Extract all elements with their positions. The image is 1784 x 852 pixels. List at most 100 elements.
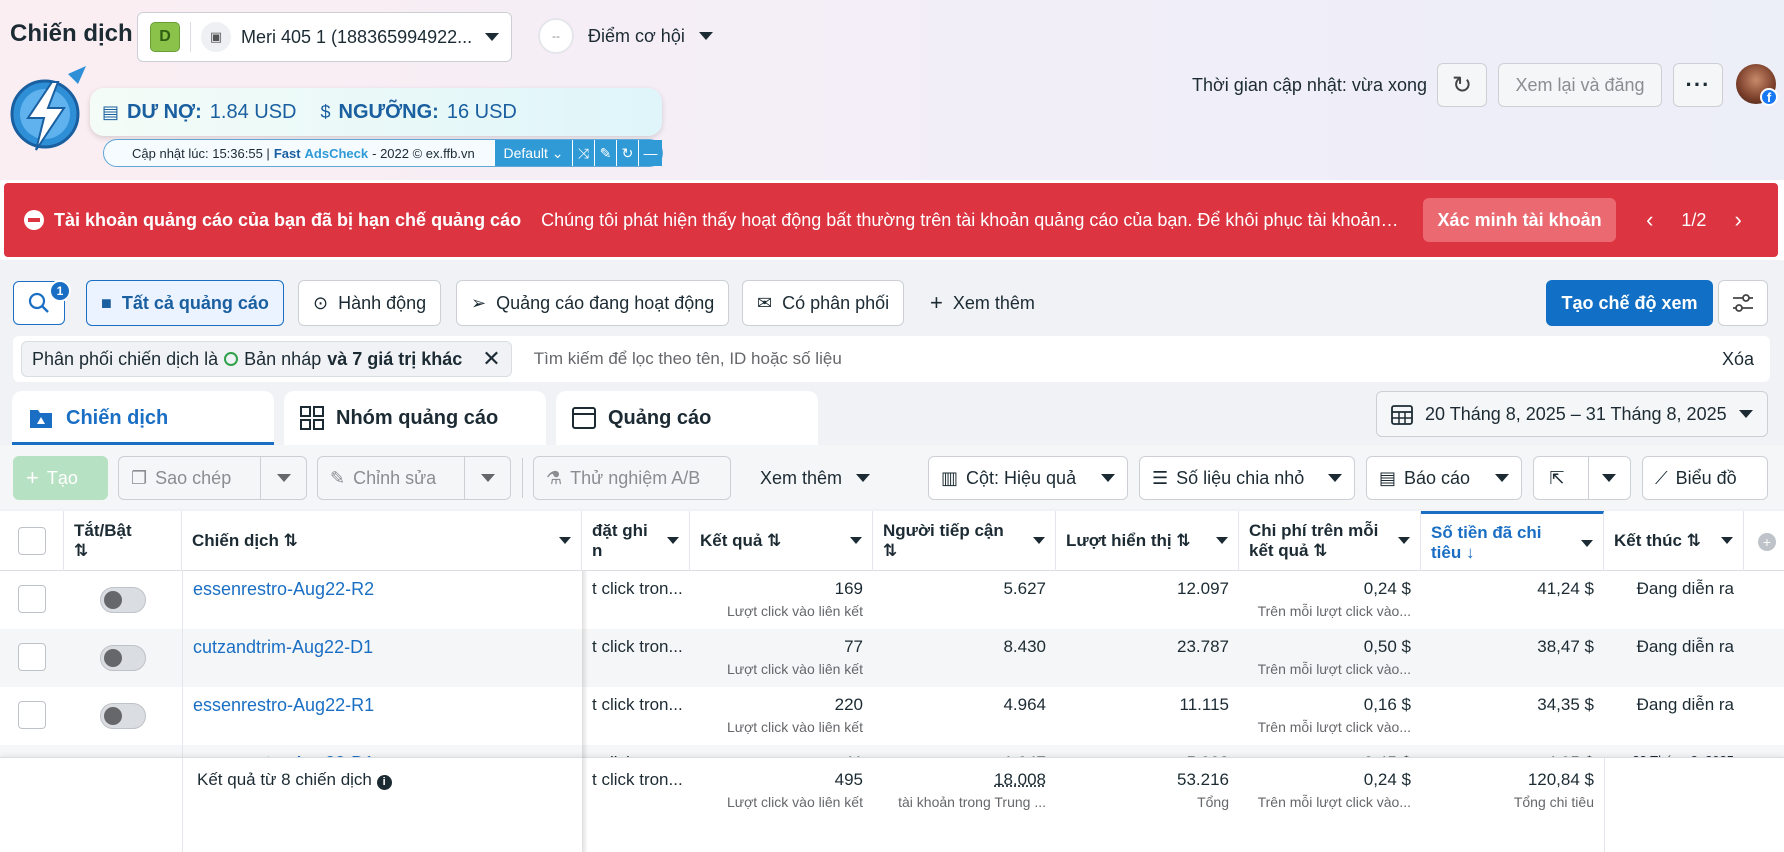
account-selector[interactable]: D ▣ Meri 405 1 (188365994922... — [137, 12, 512, 62]
duplicate-button[interactable]: ❐ Sao chép — [118, 456, 307, 500]
campaign-table: Tắt/Bật ⇅ Chiến dịch ⇅ đặt ghi n Kết quả… — [0, 511, 1784, 852]
refresh-button[interactable]: ↻ — [1437, 63, 1487, 107]
verify-account-button[interactable]: Xác minh tài khoản — [1423, 198, 1616, 242]
results-sub: Lượt click vào liên kết — [700, 661, 863, 677]
campaign-name-cell: essenrestro-Aug22-R2 — [182, 571, 582, 629]
account-badge: D — [150, 22, 180, 52]
shuffle-icon[interactable]: ⤨ — [572, 140, 594, 166]
campaign-link[interactable]: essenrestro-Aug22-R1 — [193, 695, 374, 715]
tab-campaigns[interactable]: Chiến dịch — [12, 391, 274, 445]
charts-button[interactable]: ⟋ Biểu đồ — [1642, 456, 1768, 500]
column-amount-spent[interactable]: Số tiền đã chi tiêu ↓ — [1421, 511, 1604, 571]
export-dropdown[interactable] — [1588, 456, 1630, 500]
alert-page: 1/2 — [1681, 210, 1706, 231]
date-range-picker[interactable]: 20 Tháng 8, 2025 – 31 Tháng 8, 2025 — [1376, 391, 1768, 437]
tab-all-ads[interactable]: ■ Tất cả quảng cáo — [86, 280, 284, 326]
filter-chip-more: và 7 giá trị khác — [327, 349, 462, 370]
see-more-button[interactable]: + Xem thêm — [930, 282, 1035, 324]
chevron-left-icon[interactable]: ‹ — [1646, 207, 1653, 233]
column-attribution[interactable]: đặt ghi n — [582, 511, 690, 571]
warning-icon — [24, 210, 44, 230]
account-name: Meri 405 1 (188365994922... — [241, 27, 475, 48]
filter-chip[interactable]: Phân phối chiến dịch là Bản nháp và 7 gi… — [21, 341, 512, 377]
column-impressions[interactable]: Lượt hiển thị ⇅ — [1056, 511, 1239, 571]
opportunity-score[interactable]: -- Điểm cơ hội — [538, 18, 713, 54]
add-column-icon[interactable]: + — [1758, 533, 1776, 551]
column-toggle[interactable]: Tắt/Bật ⇅ — [64, 511, 182, 571]
create-button[interactable]: + Tạo — [13, 456, 108, 500]
campaign-toggle[interactable] — [100, 587, 146, 613]
tab-active-ads[interactable]: ➢ Quảng cáo đang hoạt động — [456, 280, 729, 326]
summary-attribution: t click tron... — [582, 758, 690, 852]
export-button[interactable]: ⇱ — [1533, 456, 1631, 500]
summary-reach-value: 18.008 — [883, 770, 1046, 790]
clear-filters-button[interactable]: Xóa — [1722, 349, 1754, 370]
view-settings-button[interactable] — [1718, 280, 1768, 326]
campaign-toggle[interactable] — [100, 703, 146, 729]
chevron-down-icon — [699, 32, 713, 40]
column-spent-label-1: Số tiền đã chi — [1431, 523, 1542, 543]
campaign-link[interactable]: cutzandtrim-Aug22-D1 — [193, 637, 373, 657]
attribution-cell: t click tron... — [582, 571, 690, 629]
ends-cell: Đang diễn ra — [1604, 687, 1744, 745]
filter-search-input[interactable]: Tìm kiếm để lọc theo tên, ID hoặc số liệ… — [534, 349, 1722, 369]
select-all-checkbox[interactable] — [18, 527, 46, 555]
opportunity-score-circle: -- — [538, 18, 574, 54]
tab-ads[interactable]: Quảng cáo — [556, 391, 818, 445]
preset-select[interactable]: Default ⌄ — [494, 140, 572, 166]
column-ends[interactable]: Kết thúc ⇅ — [1604, 511, 1744, 571]
dollar-document-icon: $ — [321, 102, 331, 123]
summary-spent-sub: Tổng chi tiêu — [1431, 794, 1594, 810]
info-icon[interactable]: i — [377, 775, 392, 790]
report-icon: ▤ — [1379, 468, 1396, 489]
update-time: Thời gian cập nhật: vừa xong — [1192, 75, 1427, 96]
column-campaign[interactable]: Chiến dịch ⇅ — [182, 511, 582, 571]
edit-dropdown[interactable] — [464, 456, 510, 500]
column-reach[interactable]: Người tiếp cận ⇅ — [873, 511, 1056, 571]
sort-icon: ⇅ — [1687, 531, 1701, 551]
tab-all-ads-label: Tất cả quảng cáo — [122, 293, 269, 314]
column-impressions-label: Lượt hiển thị — [1066, 531, 1172, 551]
columns-button[interactable]: ▥ Cột: Hiệu quả — [928, 456, 1128, 500]
cpr-cell: 0,16 $ Trên mỗi lượt click vào... — [1239, 687, 1421, 745]
create-view-button[interactable]: Tạo chế độ xem — [1546, 280, 1713, 326]
draft-status-icon — [224, 352, 238, 366]
edit-button[interactable]: ✎ Chỉnh sửa — [317, 456, 511, 500]
column-cost-per-result[interactable]: Chi phí trên mỗi kết quả ⇅ — [1239, 511, 1421, 571]
tab-ad-sets[interactable]: Nhóm quảng cáo — [284, 391, 546, 445]
chevron-down-icon — [559, 537, 571, 544]
summary-cpr-value: 0,24 $ — [1249, 770, 1411, 790]
tab-active-ads-label: Quảng cáo đang hoạt động — [496, 293, 714, 314]
toolbar-more-button[interactable]: Xem thêm — [760, 456, 870, 500]
summary-results: 495 Lượt click vào liên kết — [690, 758, 873, 852]
ab-test-button[interactable]: ⚗ Thử nghiệm A/B — [533, 456, 731, 500]
campaign-link[interactable]: essenrestro-Aug22-R2 — [193, 579, 374, 599]
summary-impressions: 53.216 Tổng — [1056, 758, 1239, 852]
review-publish-button[interactable]: Xem lại và đăng — [1498, 63, 1662, 107]
tab-delivering[interactable]: ✉ Có phân phối — [742, 280, 904, 326]
create-label: Tạo — [47, 468, 78, 489]
preset-value: Default — [504, 145, 548, 161]
breakdown-button[interactable]: ☰ Số liệu chia nhỏ — [1139, 456, 1355, 500]
cpr-sub: Trên mỗi lượt click vào... — [1249, 719, 1411, 735]
ends-cell: Đang diễn ra — [1604, 629, 1744, 687]
column-results[interactable]: Kết quả ⇅ — [690, 511, 873, 571]
calendar-icon — [1391, 403, 1413, 425]
sort-icon: ⇅ — [883, 541, 897, 561]
ab-test-label: Thử nghiệm A/B — [570, 468, 700, 489]
chevron-down-icon — [1101, 474, 1115, 482]
more-options-button[interactable]: ··· — [1673, 63, 1723, 107]
duplicate-dropdown[interactable] — [260, 456, 306, 500]
refresh-icon: ↻ — [1452, 71, 1472, 100]
spent-cell: 41,24 $ — [1421, 571, 1604, 629]
chevron-right-icon[interactable]: › — [1734, 207, 1741, 233]
minimize-icon[interactable]: — — [638, 140, 662, 166]
tab-actions[interactable]: ⊙ Hành động — [298, 280, 441, 326]
campaign-toggle[interactable] — [100, 645, 146, 671]
edit-icon[interactable]: ✎ — [594, 140, 616, 166]
column-reach-label: Người tiếp cận — [883, 521, 1004, 541]
reports-button[interactable]: ▤ Báo cáo — [1366, 456, 1522, 500]
close-icon[interactable]: ✕ — [482, 346, 500, 372]
chevron-down-icon — [1033, 537, 1045, 544]
refresh-icon[interactable]: ↻ — [616, 140, 638, 166]
